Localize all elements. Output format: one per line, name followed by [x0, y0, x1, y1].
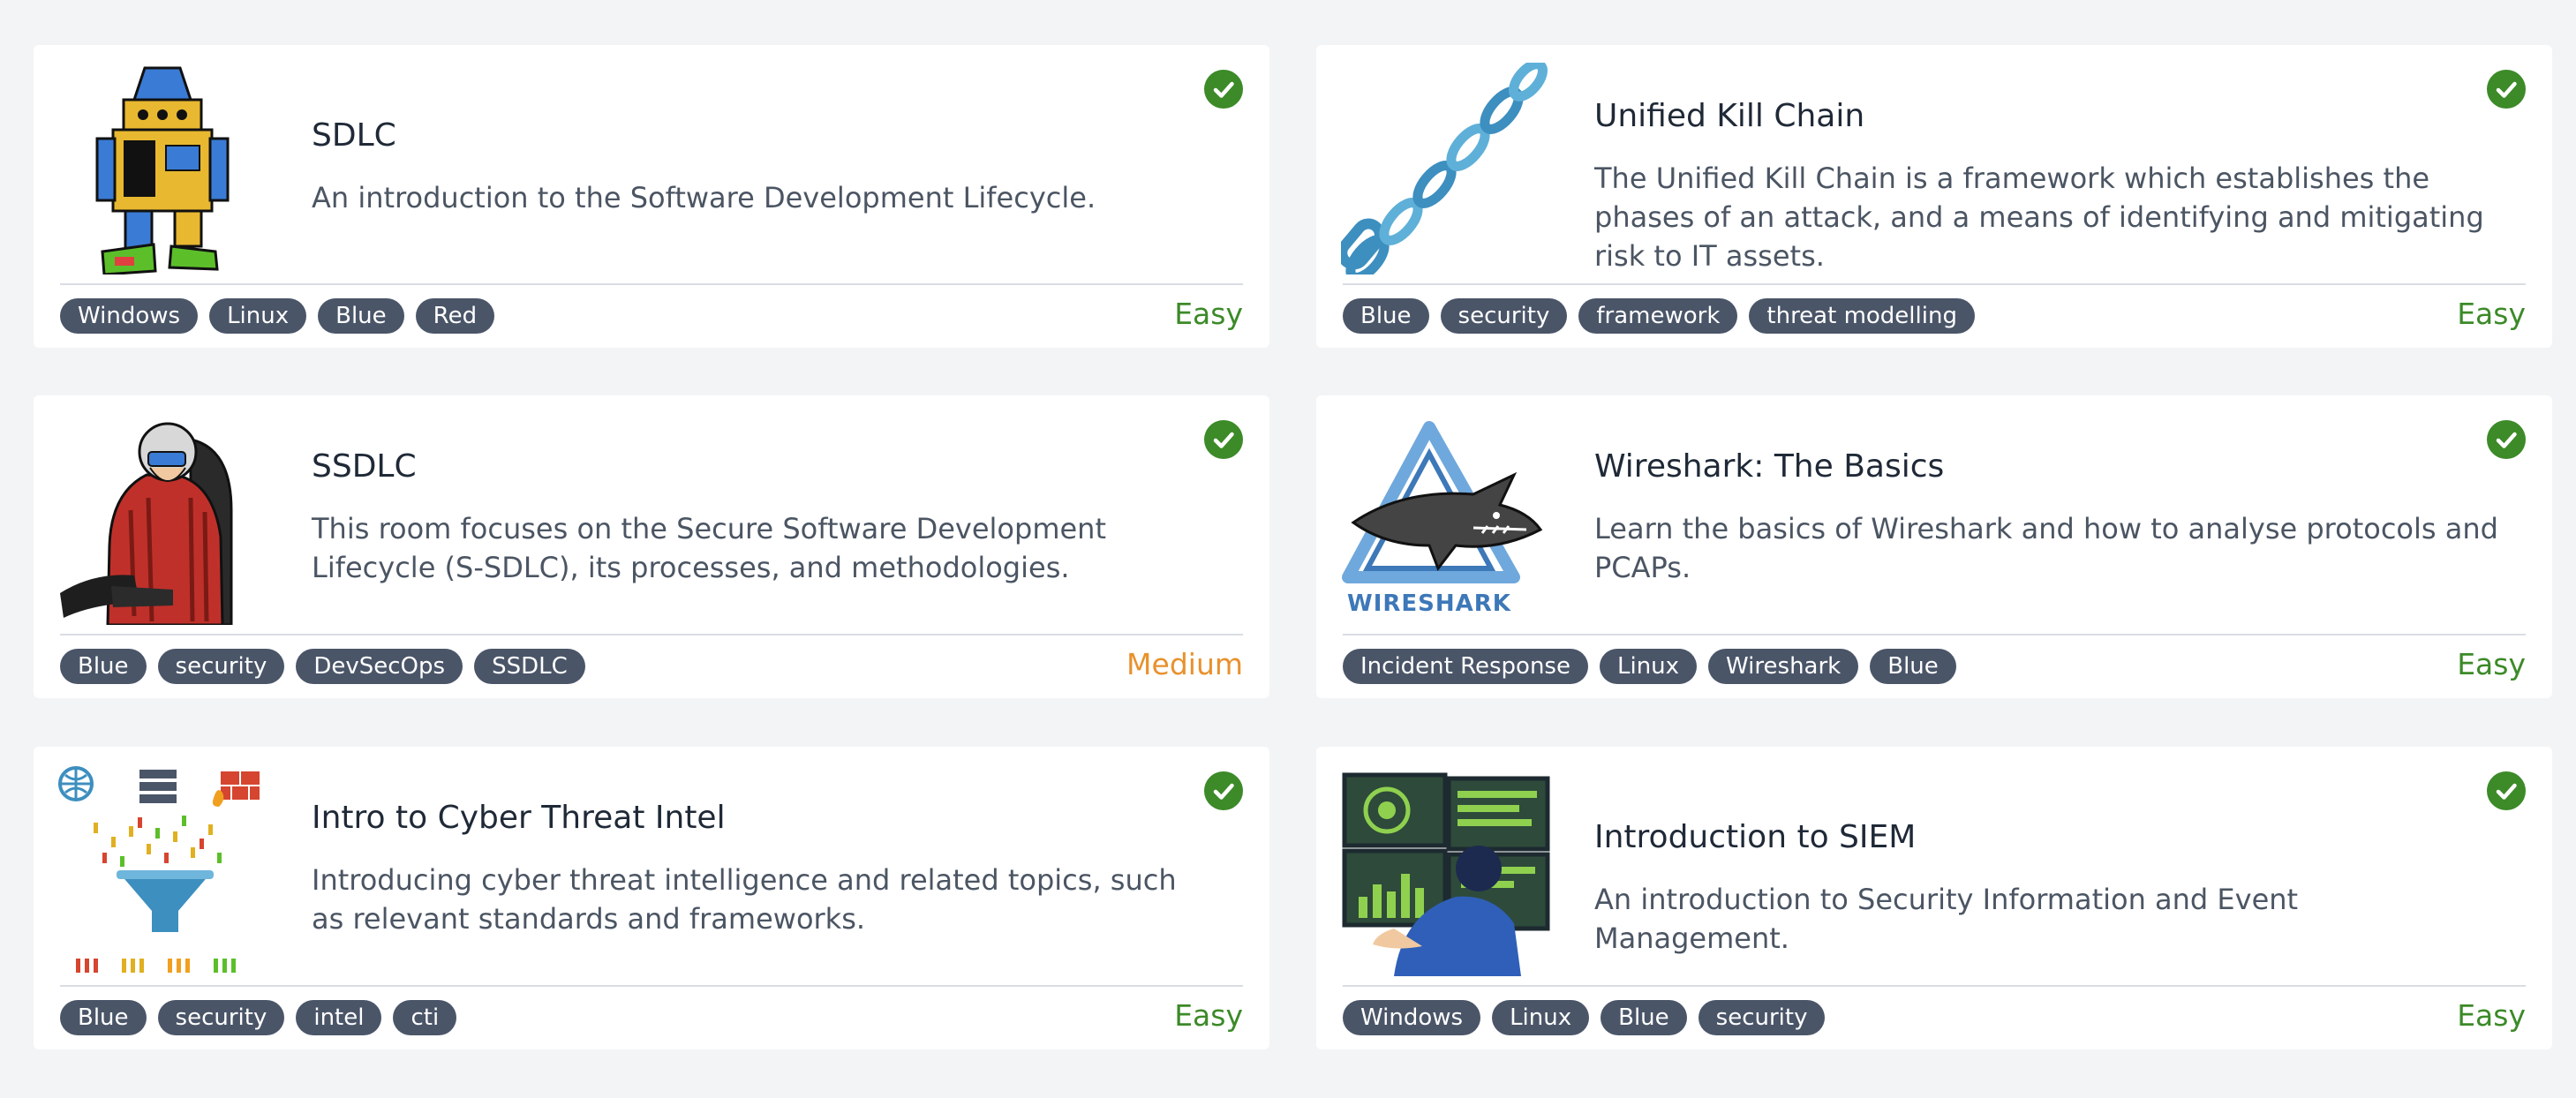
room-card-ssdlc[interactable]: SSDLC This room focuses on the Secure So…: [34, 395, 1269, 698]
room-title[interactable]: SSDLC: [312, 448, 1190, 485]
tag[interactable]: SSDLC: [474, 649, 585, 684]
tag-list: Windows Linux Blue Red: [60, 298, 495, 334]
room-description: Introducing cyber threat intelligence an…: [312, 863, 1177, 936]
room-title[interactable]: Unified Kill Chain: [1594, 98, 2473, 134]
wireshark-logo-text: WIRESHARK: [1347, 590, 1511, 617]
room-card-sdlc[interactable]: SDLC An introduction to the Software Dev…: [34, 45, 1269, 348]
room-description: An introduction to Security Information …: [1594, 883, 2299, 955]
tag[interactable]: Incident Response: [1343, 649, 1588, 684]
tag[interactable]: DevSecOps: [296, 649, 463, 684]
tag[interactable]: Blue: [1343, 298, 1429, 334]
divider: [1343, 283, 2526, 285]
tag[interactable]: Linux: [209, 298, 307, 334]
divider: [60, 634, 1243, 635]
pilot-icon: [58, 413, 270, 625]
difficulty-label: Easy: [2457, 297, 2526, 331]
tag[interactable]: security: [1698, 1000, 1826, 1035]
tag[interactable]: Linux: [1492, 1000, 1590, 1035]
room-title[interactable]: Introduction to SIEM: [1594, 819, 2473, 855]
tag-list: Blue security DevSecOps SSDLC: [60, 649, 585, 684]
tag[interactable]: cti: [393, 1000, 457, 1035]
room-title[interactable]: Wireshark: The Basics: [1594, 448, 2473, 485]
check-circle-icon: [1204, 420, 1243, 459]
tag-list: Blue security framework threat modelling: [1343, 298, 1975, 334]
room-title[interactable]: Intro to Cyber Threat Intel: [312, 800, 1190, 836]
analyst-monitors-icon: [1341, 764, 1553, 976]
tag[interactable]: Linux: [1599, 649, 1698, 684]
tag[interactable]: security: [1440, 298, 1568, 334]
room-description: Learn the basics of Wireshark and how to…: [1594, 512, 2498, 584]
difficulty-label: Medium: [1126, 647, 1243, 681]
tag[interactable]: Blue: [60, 1000, 147, 1035]
room-card-unified-kill-chain[interactable]: Unified Kill Chain The Unified Kill Chai…: [1316, 45, 2552, 348]
room-card-wireshark[interactable]: WIRESHARK Wireshark: The Basics Learn th…: [1316, 395, 2552, 698]
room-description: An introduction to the Software Developm…: [312, 181, 1096, 214]
difficulty-label: Easy: [2457, 647, 2526, 681]
check-circle-icon: [2487, 70, 2526, 109]
robot-icon: [58, 63, 270, 274]
tag[interactable]: Wireshark: [1708, 649, 1859, 684]
tag[interactable]: Windows: [60, 298, 199, 334]
check-circle-icon: [1204, 70, 1243, 109]
difficulty-label: Easy: [1174, 998, 1243, 1033]
data-funnel-icon: [58, 764, 270, 976]
divider: [1343, 634, 2526, 635]
room-card-cyber-threat-intel[interactable]: Intro to Cyber Threat Intel Introducing …: [34, 747, 1269, 1049]
tag[interactable]: Blue: [1601, 1000, 1687, 1035]
difficulty-label: Easy: [1174, 297, 1243, 331]
room-title[interactable]: SDLC: [312, 117, 1190, 154]
wireshark-logo-icon: WIRESHARK: [1341, 413, 1553, 625]
divider: [60, 985, 1243, 987]
check-circle-icon: [2487, 771, 2526, 810]
tag[interactable]: threat modelling: [1749, 298, 1975, 334]
chain-icon: [1341, 63, 1553, 274]
tag[interactable]: Blue: [318, 298, 404, 334]
tag[interactable]: intel: [296, 1000, 382, 1035]
check-circle-icon: [1204, 771, 1243, 810]
room-card-siem[interactable]: Introduction to SIEM An introduction to …: [1316, 747, 2552, 1049]
tag[interactable]: framework: [1578, 298, 1738, 334]
divider: [60, 283, 1243, 285]
tag[interactable]: Red: [415, 298, 495, 334]
tag[interactable]: security: [157, 649, 285, 684]
room-description: This room focuses on the Secure Software…: [312, 512, 1106, 584]
tag[interactable]: Blue: [60, 649, 147, 684]
divider: [1343, 985, 2526, 987]
tag[interactable]: security: [157, 1000, 285, 1035]
tag-list: Incident Response Linux Wireshark Blue: [1343, 649, 1956, 684]
room-description: The Unified Kill Chain is a framework wh…: [1594, 162, 2484, 273]
tag[interactable]: Blue: [1870, 649, 1956, 684]
check-circle-icon: [2487, 420, 2526, 459]
difficulty-label: Easy: [2457, 998, 2526, 1033]
tag[interactable]: Windows: [1343, 1000, 1481, 1035]
tag-list: Blue security intel cti: [60, 1000, 457, 1035]
tag-list: Windows Linux Blue security: [1343, 1000, 1826, 1035]
